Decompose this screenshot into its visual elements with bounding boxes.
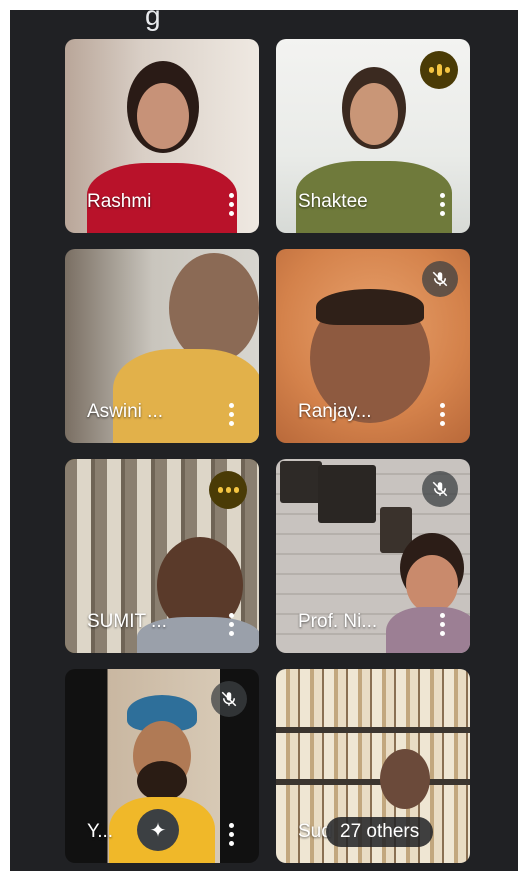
more-options-icon[interactable] bbox=[439, 403, 445, 427]
speaking-indicator-icon bbox=[420, 51, 458, 89]
participant-name: Aswini ... bbox=[87, 401, 164, 422]
participant-tile-aswini[interactable]: Aswini ... bbox=[65, 249, 259, 443]
mic-off-icon bbox=[422, 471, 458, 507]
speaking-indicator-icon bbox=[209, 471, 247, 509]
header-fragment: g bbox=[145, 10, 161, 31]
participant-tile-sumit[interactable]: SUMIT ... bbox=[65, 459, 259, 653]
mic-off-icon bbox=[211, 681, 247, 717]
participant-tile-prof-ni[interactable]: Prof. Ni... bbox=[276, 459, 470, 653]
meeting-grid: g Rashmi Shaktee Aswini ... Ranjay... SU… bbox=[10, 10, 518, 871]
participant-tile-rashmi[interactable]: Rashmi bbox=[65, 39, 259, 233]
participant-name: Prof. Ni... bbox=[298, 611, 378, 632]
participant-name: Shaktee bbox=[298, 191, 368, 212]
participant-name: Rashmi bbox=[87, 191, 152, 212]
participant-face bbox=[406, 555, 458, 613]
participant-tile-others[interactable]: Sud 27 others bbox=[276, 669, 470, 863]
participant-name: Y... bbox=[87, 821, 114, 842]
more-options-icon[interactable] bbox=[439, 613, 445, 637]
participant-name: SUMIT ... bbox=[87, 611, 167, 632]
more-options-icon[interactable] bbox=[228, 193, 234, 217]
more-options-icon[interactable] bbox=[228, 613, 234, 637]
others-count-badge[interactable]: 27 others bbox=[326, 817, 434, 847]
mic-off-icon bbox=[422, 261, 458, 297]
more-options-icon[interactable] bbox=[228, 403, 234, 427]
participant-tile-ranjay[interactable]: Ranjay... bbox=[276, 249, 470, 443]
participant-face bbox=[137, 83, 189, 149]
participant-face bbox=[350, 83, 398, 145]
participant-tile-y[interactable]: ✦ Y... bbox=[65, 669, 259, 863]
participant-face bbox=[380, 749, 430, 809]
more-options-icon[interactable] bbox=[228, 823, 234, 847]
sparkle-icon[interactable]: ✦ bbox=[137, 809, 179, 851]
participant-tile-shaktee[interactable]: Shaktee bbox=[276, 39, 470, 233]
participant-face bbox=[169, 253, 259, 363]
more-options-icon[interactable] bbox=[439, 193, 445, 217]
participant-name: Ranjay... bbox=[298, 401, 372, 422]
